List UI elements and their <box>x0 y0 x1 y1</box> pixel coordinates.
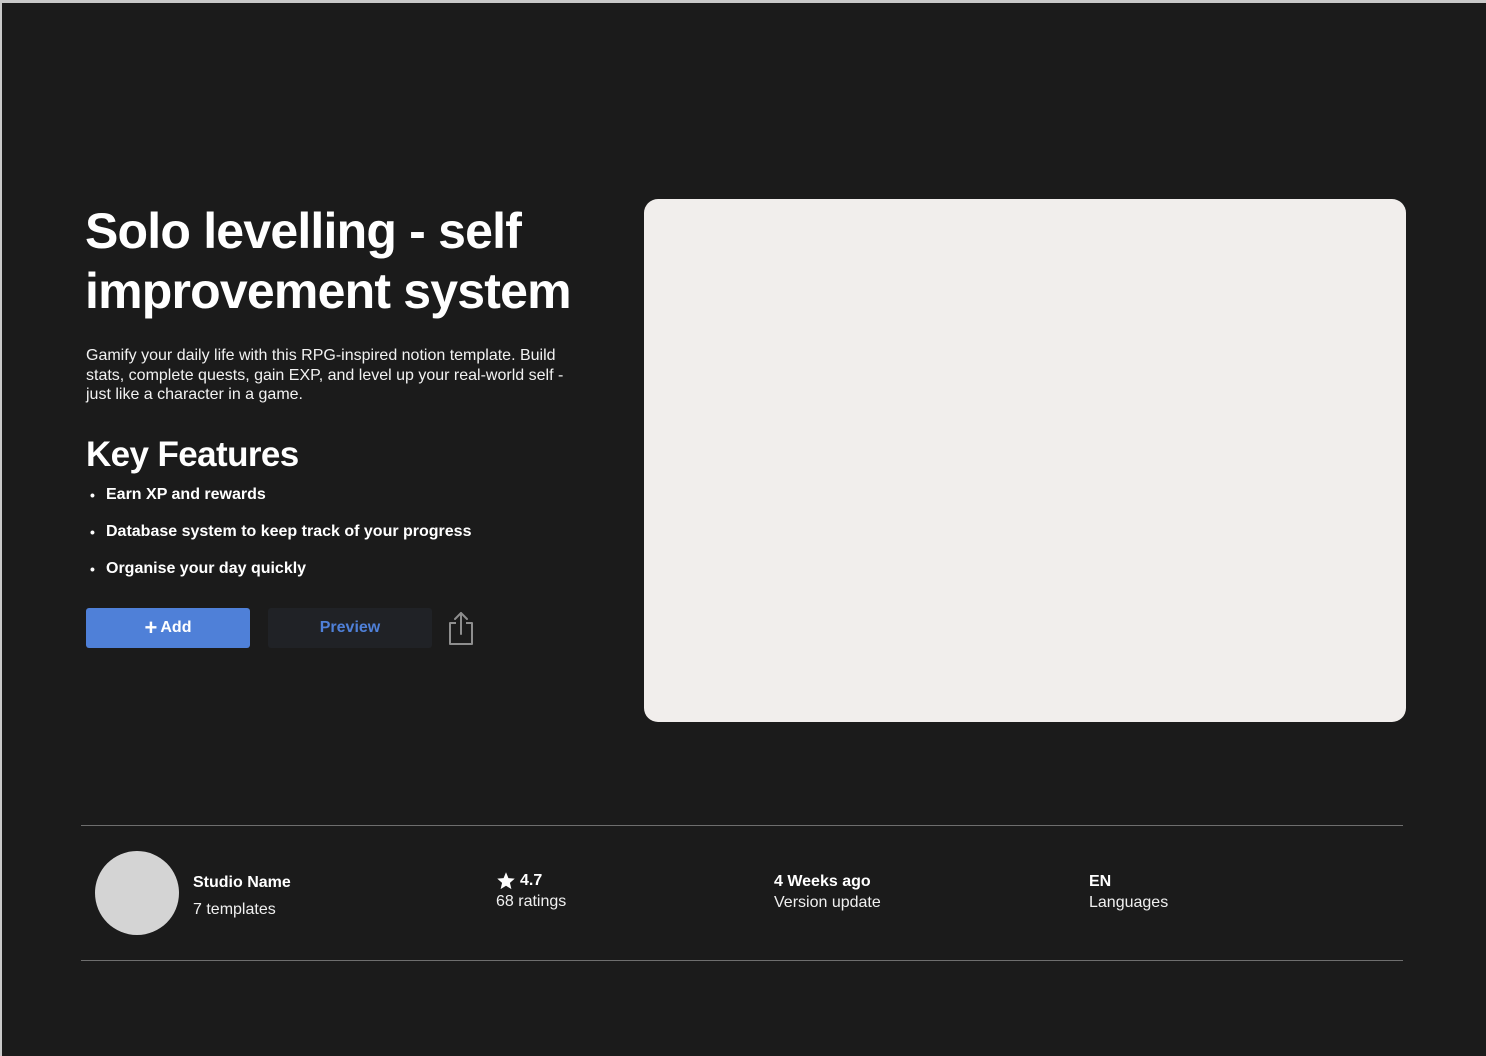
language-label: Languages <box>1089 894 1169 911</box>
share-icon <box>449 612 473 645</box>
feature-text: Earn XP and rewards <box>106 486 266 503</box>
template-detail-page: Solo levelling - self improvement system… <box>2 3 1486 1056</box>
product-description: Gamify your daily life with this RPG-ins… <box>86 347 564 403</box>
studio-avatar[interactable] <box>95 851 179 935</box>
bullet-icon: • <box>90 561 95 577</box>
version-stat: 4 Weeks ago Version update <box>774 872 881 913</box>
key-features-heading: Key Features <box>86 435 299 474</box>
share-button[interactable] <box>446 608 476 648</box>
template-preview-image <box>644 199 1406 722</box>
language-stat: EN Languages <box>1089 872 1168 913</box>
studio-template-count: 7 templates <box>193 901 276 918</box>
divider <box>81 960 1403 961</box>
key-features-list: • Earn XP and rewards • Database system … <box>86 485 471 596</box>
feature-item: • Organise your day quickly <box>86 559 471 596</box>
preview-button[interactable]: Preview <box>268 608 432 648</box>
bullet-icon: • <box>90 524 95 540</box>
feature-text: Database system to keep track of your pr… <box>106 523 472 540</box>
language-value: EN <box>1089 873 1112 890</box>
divider <box>81 825 1403 826</box>
star-icon <box>497 872 515 890</box>
version-value: 4 Weeks ago <box>774 873 871 890</box>
rating-stat: 4.7 68 ratings <box>496 871 566 912</box>
version-label: Version update <box>774 894 881 911</box>
rating-value: 4.7 <box>520 872 543 889</box>
add-button-label: Add <box>160 619 192 636</box>
plus-icon: + <box>144 615 158 640</box>
feature-text: Organise your day quickly <box>106 560 307 577</box>
bullet-icon: • <box>90 487 95 503</box>
feature-item: • Database system to keep track of your … <box>86 522 471 559</box>
product-title: Solo levelling - self improvement system <box>85 203 572 319</box>
feature-item: • Earn XP and rewards <box>86 485 471 522</box>
rating-count: 68 ratings <box>496 893 567 910</box>
preview-button-label: Preview <box>319 619 381 636</box>
studio-name[interactable]: Studio Name <box>193 873 291 893</box>
add-button[interactable]: + Add <box>86 608 250 648</box>
